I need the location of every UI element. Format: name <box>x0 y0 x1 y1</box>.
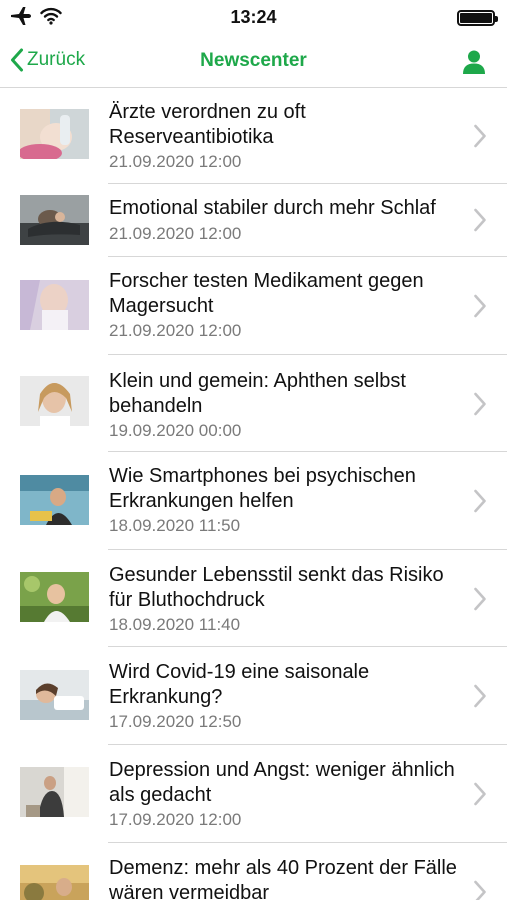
news-thumbnail <box>20 195 89 245</box>
news-title: Demenz: mehr als 40 Prozent der Fälle wä… <box>109 857 457 900</box>
news-title: Wie Smartphones bei psychischen Erkranku… <box>109 465 416 512</box>
chevron-right-icon <box>474 489 486 513</box>
news-title: Wird Covid-19 eine saisonale Erkrankung? <box>109 661 370 708</box>
news-text: Forscher testen Medikament gegen Magersu… <box>109 269 459 342</box>
news-thumbnail <box>20 670 89 720</box>
news-title: Ärzte verordnen zu oft Reserveantibiotik… <box>109 101 306 148</box>
news-thumbnail <box>20 475 89 525</box>
news-date: 17.09.2020 12:00 <box>109 810 242 829</box>
news-date: 18.09.2020 11:50 <box>109 516 241 535</box>
news-title: Forscher testen Medikament gegen Magersu… <box>109 270 424 317</box>
news-item[interactable]: Wird Covid-19 eine saisonale Erkrankung?… <box>0 647 507 745</box>
navigation-bar: Zurück Newscenter <box>0 36 507 88</box>
chevron-right-icon <box>474 587 486 611</box>
news-date: 21.09.2020 12:00 <box>109 321 242 340</box>
chevron-right-icon <box>474 782 486 806</box>
news-thumbnail <box>20 376 89 426</box>
status-bar: 13:24 <box>0 0 507 36</box>
news-item[interactable]: Wie Smartphones bei psychischen Erkranku… <box>0 452 507 550</box>
news-date: 21.09.2020 12:00 <box>109 152 242 171</box>
news-title: Depression und Angst: weniger ähnlich al… <box>109 759 455 806</box>
news-text: Emotional stabiler durch mehr Schlaf 21.… <box>109 196 459 245</box>
news-title: Gesunder Lebensstil senkt das Risiko für… <box>109 564 444 611</box>
news-thumbnail <box>20 767 89 817</box>
chevron-right-icon <box>474 392 486 416</box>
news-thumbnail <box>20 109 89 159</box>
news-title: Emotional stabiler durch mehr Schlaf <box>109 197 436 219</box>
news-list: Ärzte verordnen zu oft Reserveantibiotik… <box>0 88 507 900</box>
chevron-right-icon <box>474 880 486 900</box>
news-date: 18.09.2020 11:40 <box>109 615 241 634</box>
person-icon[interactable] <box>461 49 487 75</box>
news-thumbnail <box>20 280 89 330</box>
battery-icon <box>457 10 498 26</box>
news-item[interactable]: Depression und Angst: weniger ähnlich al… <box>0 745 507 843</box>
news-date: 17.09.2020 12:50 <box>109 712 242 731</box>
news-text: Klein und gemein: Aphthen selbst behande… <box>109 369 459 442</box>
news-thumbnail <box>20 572 89 622</box>
status-time: 13:24 <box>230 7 277 27</box>
page-title: Newscenter <box>200 50 307 71</box>
news-date: 19.09.2020 00:00 <box>109 421 242 440</box>
news-text: Gesunder Lebensstil senkt das Risiko für… <box>109 563 459 636</box>
news-item[interactable]: Emotional stabiler durch mehr Schlaf 21.… <box>0 184 507 257</box>
news-item[interactable]: Gesunder Lebensstil senkt das Risiko für… <box>0 550 507 647</box>
news-title: Klein und gemein: Aphthen selbst behande… <box>109 370 406 417</box>
news-text: Demenz: mehr als 40 Prozent der Fälle wä… <box>109 856 459 900</box>
news-item[interactable]: Demenz: mehr als 40 Prozent der Fälle wä… <box>0 843 507 900</box>
news-thumbnail <box>20 865 89 900</box>
news-item[interactable]: Klein und gemein: Aphthen selbst behande… <box>0 355 507 452</box>
chevron-right-icon <box>474 684 486 708</box>
news-text: Wird Covid-19 eine saisonale Erkrankung?… <box>109 660 459 733</box>
chevron-right-icon <box>474 124 486 148</box>
chevron-right-icon <box>474 208 486 232</box>
news-item[interactable]: Ärzte verordnen zu oft Reserveantibiotik… <box>0 88 507 184</box>
news-date: 21.09.2020 12:00 <box>109 223 242 243</box>
news-text: Wie Smartphones bei psychischen Erkranku… <box>109 464 459 537</box>
news-item[interactable]: Forscher testen Medikament gegen Magersu… <box>0 257 507 355</box>
news-text: Ärzte verordnen zu oft Reserveantibiotik… <box>109 100 459 173</box>
chevron-right-icon <box>474 294 486 318</box>
news-text: Depression und Angst: weniger ähnlich al… <box>109 758 459 831</box>
